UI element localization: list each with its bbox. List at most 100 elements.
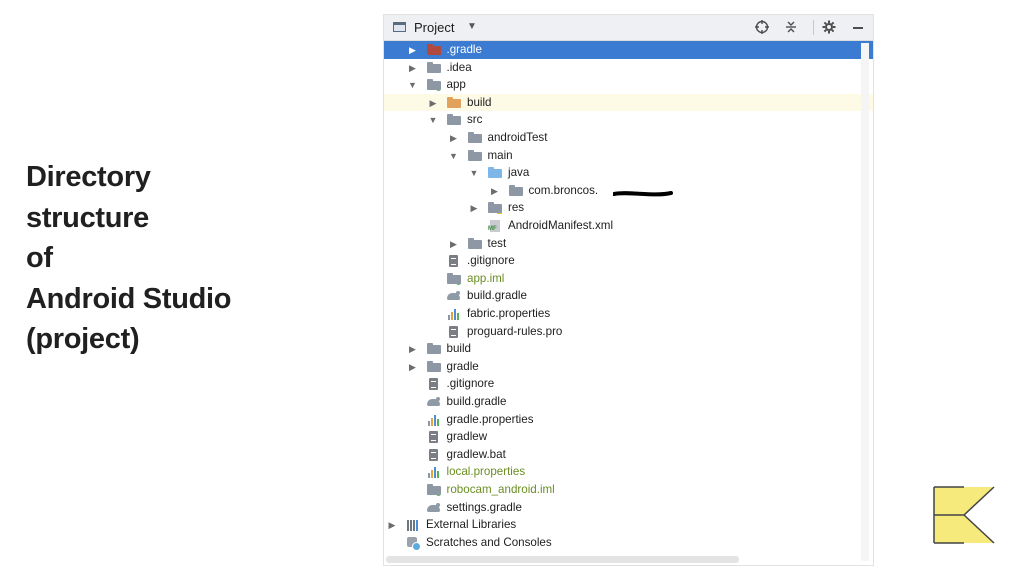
tree-item-label: src bbox=[467, 113, 483, 127]
tree-row[interactable]: ▶ External Libraries bbox=[384, 516, 873, 534]
tree-row[interactable]: ▼ app bbox=[384, 76, 873, 94]
tree-row[interactable]: ▶ test bbox=[384, 235, 873, 253]
tree-row[interactable]: ▶ androidTest bbox=[384, 129, 873, 147]
properties-icon bbox=[447, 308, 461, 320]
folder-orange-icon bbox=[447, 96, 461, 109]
collapse-all-icon[interactable] bbox=[783, 19, 799, 38]
tree-row[interactable]: .gitignore bbox=[384, 375, 873, 393]
dropdown-caret-icon[interactable]: ▼ bbox=[467, 21, 477, 32]
project-panel: Project ▼ ▶ .gradle ▶ .idea ▼ app ▶ build ▼ src ▶ a… bbox=[383, 14, 874, 566]
collapsed-arrow-icon[interactable]: ▶ bbox=[386, 517, 398, 533]
tree-row[interactable]: fabric.properties bbox=[384, 305, 873, 323]
tree-row[interactable]: ▶ build bbox=[384, 340, 873, 358]
tree-row[interactable]: build.gradle bbox=[384, 287, 873, 305]
folder-icon bbox=[426, 360, 441, 373]
folder-icon bbox=[447, 114, 461, 126]
tree-row[interactable]: ▼ src bbox=[384, 111, 873, 129]
horizontal-scrollbar[interactable] bbox=[386, 556, 739, 563]
slide-title: Directory structure of Android Studio (p… bbox=[26, 157, 326, 360]
tree-row[interactable]: ▶ .gradle bbox=[384, 41, 873, 59]
folder-icon bbox=[426, 343, 441, 355]
expanded-arrow-icon[interactable]: ▼ bbox=[427, 112, 439, 128]
minimize-icon[interactable] bbox=[850, 19, 866, 38]
tree-row[interactable]: local.properties bbox=[384, 463, 873, 481]
gradle-icon bbox=[426, 502, 441, 514]
tree-item-label: .gitignore bbox=[446, 377, 495, 391]
tree-row[interactable]: ▼ main bbox=[384, 147, 873, 165]
module-folder-icon bbox=[426, 79, 441, 92]
window-icon bbox=[393, 22, 406, 32]
expanded-arrow-icon[interactable]: ▼ bbox=[407, 77, 419, 93]
tree-row[interactable]: ▼ java bbox=[384, 164, 873, 182]
tree-item-label: java bbox=[508, 166, 530, 180]
folder-red-icon bbox=[426, 44, 441, 56]
text-file-icon bbox=[427, 431, 441, 444]
tree-row[interactable]: .gitignore bbox=[384, 252, 873, 270]
tree-item-label: androidTest bbox=[487, 131, 548, 144]
tree-item-label: AndroidManifest.xml bbox=[508, 219, 614, 232]
tree-item-label: test bbox=[487, 236, 507, 250]
project-view-selector[interactable]: Project bbox=[414, 20, 454, 35]
tree-row[interactable]: settings.gradle bbox=[384, 499, 873, 517]
collapsed-arrow-icon[interactable]: ▶ bbox=[448, 130, 460, 146]
text-file-icon bbox=[427, 448, 441, 461]
resource-folder-icon bbox=[488, 202, 502, 215]
gear-icon[interactable] bbox=[821, 19, 837, 38]
tree-item-label: build.gradle bbox=[467, 289, 527, 303]
tree-row[interactable]: robocam_android.iml bbox=[384, 481, 873, 499]
tree-row[interactable]: gradlew.bat bbox=[384, 446, 873, 464]
folder-icon bbox=[467, 149, 482, 162]
collapsed-arrow-icon[interactable]: ▶ bbox=[448, 236, 460, 252]
tree-row[interactable]: MF AndroidManifest.xml bbox=[384, 217, 873, 235]
tree-row[interactable]: app.iml bbox=[384, 270, 873, 288]
locate-icon[interactable] bbox=[754, 19, 770, 38]
tree-item-label: build bbox=[446, 342, 472, 356]
module-file-icon bbox=[447, 272, 461, 285]
toolbar-divider bbox=[813, 20, 814, 35]
expanded-arrow-icon[interactable]: ▼ bbox=[448, 148, 460, 164]
collapsed-arrow-icon[interactable]: ▶ bbox=[427, 95, 439, 111]
slide-title-line: Android Studio bbox=[26, 282, 232, 315]
tree-row[interactable]: ▶ com.broncos. bbox=[384, 182, 873, 200]
tree-row[interactable]: ▶ build bbox=[384, 93, 873, 112]
text-file-icon bbox=[427, 378, 441, 391]
slide-title-line: structure bbox=[26, 201, 149, 234]
tree-row[interactable]: ▶ gradle bbox=[384, 358, 873, 376]
package-icon bbox=[508, 184, 523, 197]
expanded-arrow-icon[interactable]: ▼ bbox=[468, 165, 480, 181]
text-file-icon bbox=[447, 325, 461, 338]
tree-row[interactable]: proguard-rules.pro bbox=[384, 323, 873, 341]
tree-item-label: gradlew bbox=[446, 430, 488, 444]
tree-row[interactable]: build.gradle bbox=[384, 393, 873, 411]
collapsed-arrow-icon[interactable]: ▶ bbox=[468, 200, 480, 216]
tree-item-label: fabric.properties bbox=[467, 307, 551, 320]
collapsed-arrow-icon[interactable]: ▶ bbox=[407, 341, 419, 357]
tree-row[interactable]: Scratches and Consoles bbox=[384, 534, 873, 552]
tree-item-label: gradle bbox=[446, 359, 479, 373]
scratches-icon bbox=[406, 536, 421, 551]
properties-icon bbox=[427, 414, 441, 426]
tree-item-label: gradle.properties bbox=[446, 412, 534, 426]
tree-item-label: proguard-rules.pro bbox=[467, 324, 563, 338]
tree-item-label: robocam_android.iml bbox=[446, 483, 555, 496]
collapsed-arrow-icon[interactable]: ▶ bbox=[407, 359, 419, 375]
tree-row[interactable]: gradlew bbox=[384, 428, 873, 446]
tree-item-label: local.properties bbox=[446, 465, 526, 479]
tree-item-label: .gradle bbox=[446, 43, 482, 56]
folder-icon bbox=[467, 237, 482, 250]
vertical-scrollbar[interactable] bbox=[861, 43, 869, 561]
tree-item-label: gradlew.bat bbox=[446, 447, 506, 461]
tree-row[interactable]: ▶ res bbox=[384, 199, 873, 217]
collapsed-arrow-icon[interactable]: ▶ bbox=[407, 60, 419, 76]
collapsed-arrow-icon[interactable]: ▶ bbox=[407, 42, 419, 58]
slide-title-line: Directory bbox=[26, 161, 151, 193]
gradle-icon bbox=[447, 290, 461, 302]
tree-row[interactable]: gradle.properties bbox=[384, 411, 873, 429]
tree-item-label: .idea bbox=[446, 60, 472, 74]
tree-row[interactable]: ▶ .idea bbox=[384, 59, 873, 77]
slide-title-line: (project) bbox=[26, 323, 140, 355]
collapsed-arrow-icon[interactable]: ▶ bbox=[489, 183, 501, 199]
tree-item-label: External Libraries bbox=[426, 518, 517, 532]
folder-icon bbox=[426, 61, 441, 74]
project-panel-header: Project ▼ bbox=[384, 15, 873, 41]
